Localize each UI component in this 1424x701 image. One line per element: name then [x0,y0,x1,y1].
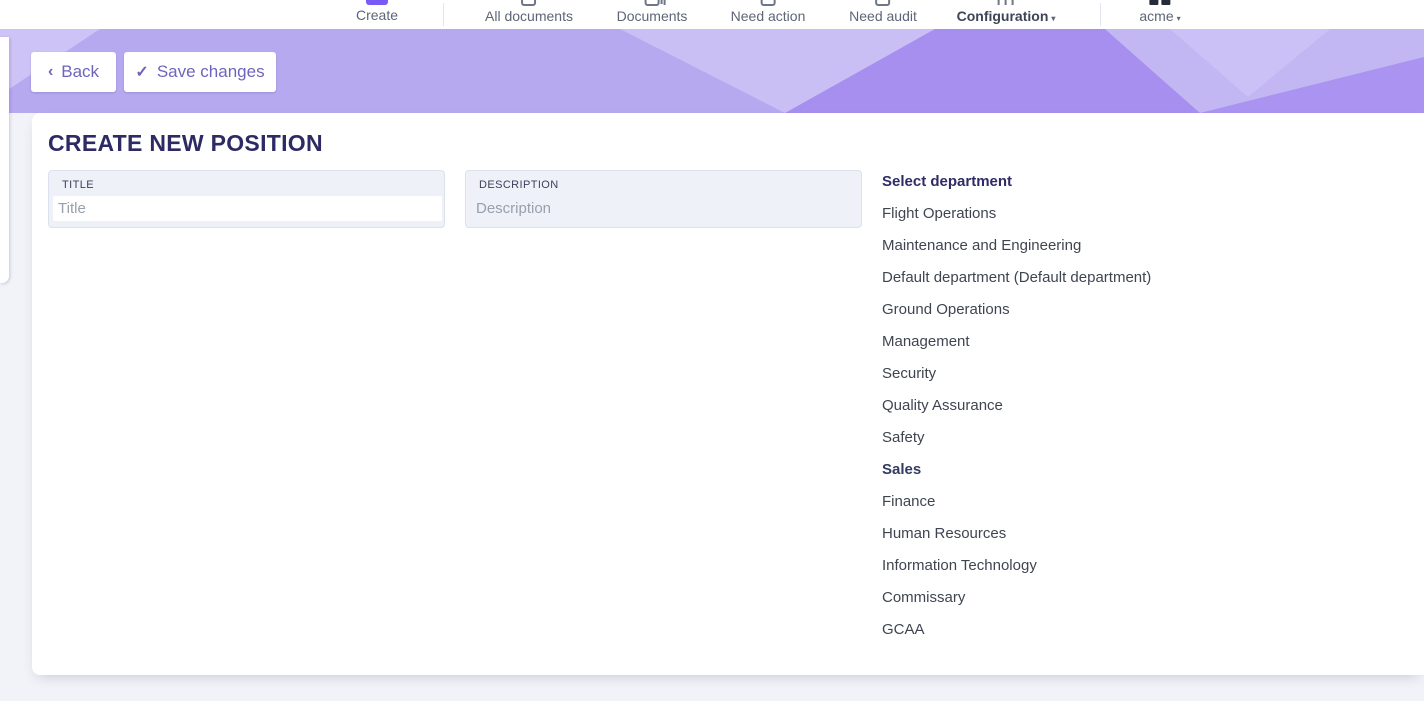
save-changes-button[interactable]: ✓ Save changes [124,52,276,92]
nav-item-label: Create [356,7,398,23]
chevron-down-icon: ▾ [1177,14,1181,23]
nav-item-label: Documents [617,8,688,24]
nav-item-documents[interactable]: Documents [617,0,688,24]
department-item-selected[interactable]: Sales [882,454,1302,486]
nav-item-label: acme▾ [1139,8,1180,27]
page-title: CREATE NEW POSITION [48,130,323,157]
hero-banner: ‹ Back ✓ Save changes [0,29,1424,113]
department-item[interactable]: Flight Operations [882,198,1302,230]
department-item[interactable]: Ground Operations [882,294,1302,326]
nav-item-configuration[interactable]: Configuration▾ [957,0,1056,27]
title-field-label: TITLE [62,179,94,191]
documents-stack-icon [645,0,660,6]
create-icon [366,0,388,5]
left-panel-edge [0,37,9,283]
department-item[interactable]: Maintenance and Engineering [882,230,1302,262]
top-navigation: Create All documents Documents Need acti… [0,0,1424,29]
department-item[interactable]: GCAA [882,614,1302,646]
department-list: Select department Flight Operations Main… [882,166,1302,646]
document-icon [761,0,776,6]
nav-item-create[interactable]: Create [356,0,398,23]
nav-item-acme[interactable]: acme▾ [1139,0,1180,27]
department-item[interactable]: Safety [882,422,1302,454]
department-item[interactable]: Commissary [882,582,1302,614]
department-item[interactable]: Security [882,358,1302,390]
title-field: TITLE [48,170,445,228]
nav-item-need-action[interactable]: Need action [731,0,806,24]
nav-item-all-documents[interactable]: All documents [485,0,573,24]
nav-divider [443,3,444,26]
description-field: DESCRIPTION [465,170,862,228]
nav-divider [1100,3,1101,26]
save-check-icon: ✓ [135,62,148,82]
back-button-label: Back [61,62,99,82]
department-item[interactable]: Management [882,326,1302,358]
description-input[interactable] [476,197,853,219]
company-logo-icon [1150,0,1171,5]
department-item[interactable]: Human Resources [882,518,1302,550]
nav-item-label: Need action [731,8,806,24]
screen: Create All documents Documents Need acti… [0,0,1424,701]
document-icon [522,0,537,6]
sliders-icon [998,0,1014,5]
description-field-label: DESCRIPTION [479,179,559,191]
back-button[interactable]: ‹ Back [31,52,116,92]
create-position-card: CREATE NEW POSITION TITLE DESCRIPTION Se… [32,113,1424,675]
nav-item-label: All documents [485,8,573,24]
chevron-down-icon: ▾ [1051,14,1055,23]
department-item[interactable]: Information Technology [882,550,1302,582]
back-chevron-icon: ‹ [48,63,53,81]
save-button-label: Save changes [157,62,265,82]
nav-item-label: Configuration▾ [957,8,1056,27]
department-list-header: Select department [882,166,1302,198]
document-icon [876,0,891,6]
department-item[interactable]: Quality Assurance [882,390,1302,422]
department-item[interactable]: Finance [882,486,1302,518]
nav-item-need-audit[interactable]: Need audit [849,0,917,24]
nav-item-label: Need audit [849,8,917,24]
title-input[interactable] [53,196,442,221]
department-item[interactable]: Default department (Default department) [882,262,1302,294]
